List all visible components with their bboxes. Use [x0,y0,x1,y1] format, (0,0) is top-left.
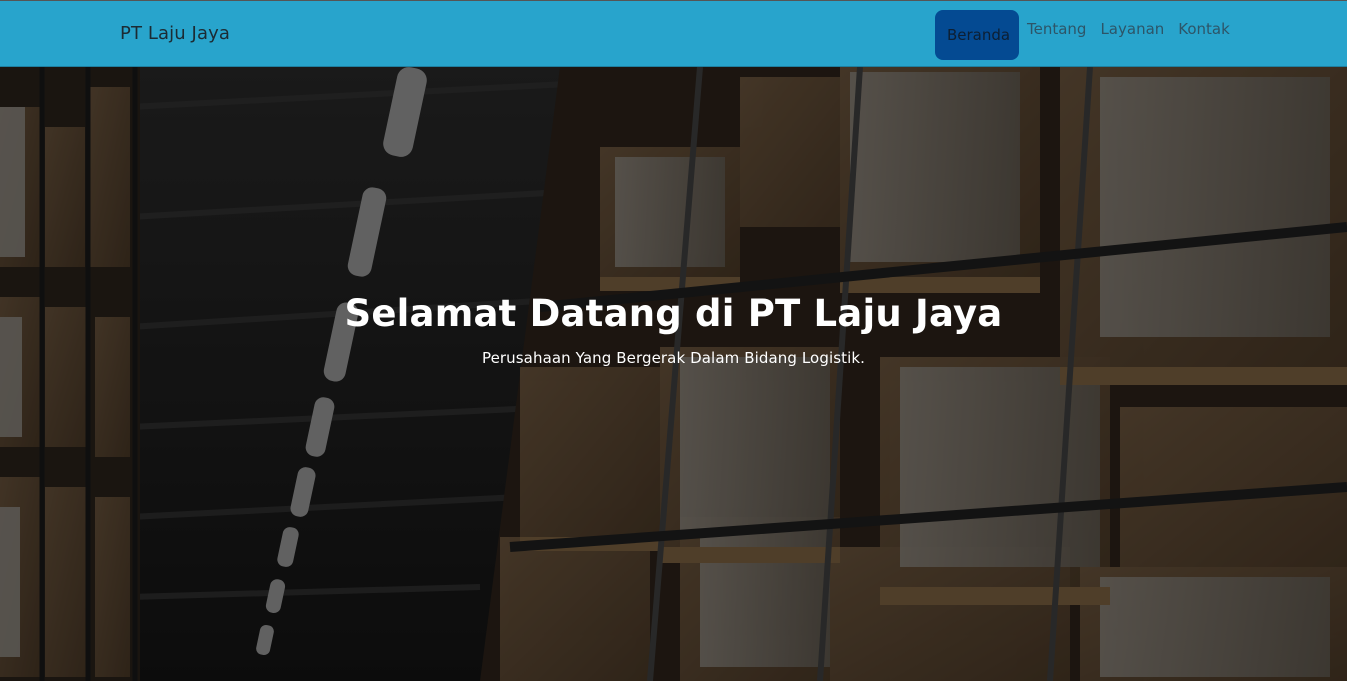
hero-content: Selamat Datang di PT Laju Jaya Perusahaa… [0,292,1347,367]
nav-link-beranda[interactable]: Beranda [935,10,1019,60]
nav-link-layanan[interactable]: Layanan [1094,10,1170,60]
top-navbar: PT Laju Jaya Beranda Tentang Layanan Kon… [0,0,1347,67]
hero-subtitle: Perusahaan Yang Bergerak Dalam Bidang Lo… [481,349,866,367]
nav-links: Beranda Tentang Layanan Kontak [935,10,1238,60]
hero-dark-overlay [0,67,1347,681]
brand-link[interactable]: PT Laju Jaya [120,23,230,44]
hero-title: Selamat Datang di PT Laju Jaya [344,292,1003,335]
nav-link-tentang[interactable]: Tentang [1021,10,1092,60]
hero-section: Selamat Datang di PT Laju Jaya Perusahaa… [0,67,1347,681]
nav-link-kontak[interactable]: Kontak [1172,10,1236,60]
